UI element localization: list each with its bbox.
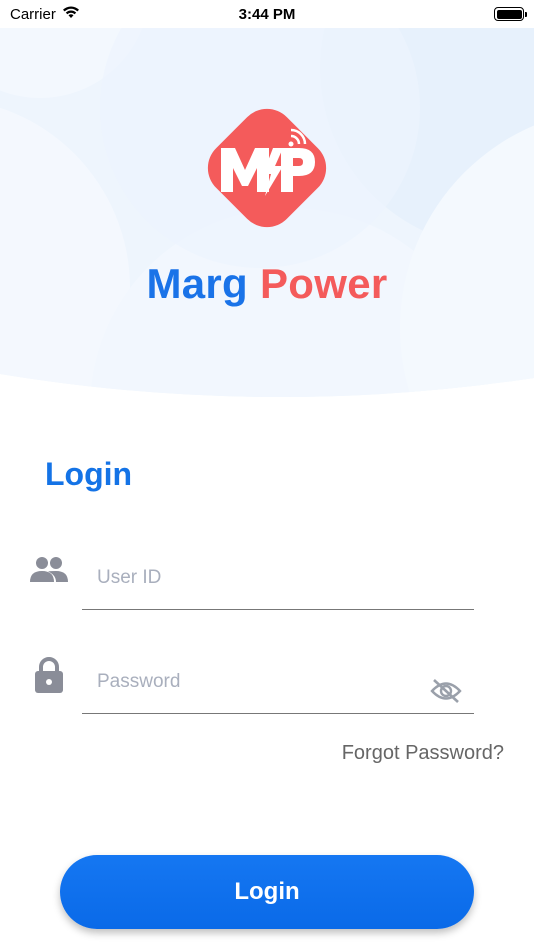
status-left: Carrier (10, 5, 80, 23)
user-id-field (82, 550, 474, 610)
brand-name-primary: Marg (146, 260, 248, 307)
status-time: 3:44 PM (238, 5, 296, 23)
battery-icon (494, 7, 527, 21)
brand-name-accent: Power (259, 260, 388, 307)
eye-off-icon[interactable] (430, 678, 462, 706)
user-id-input[interactable] (97, 550, 427, 606)
brand-name: Marg Power (0, 260, 534, 308)
hero-header: Marg Power (0, 28, 534, 400)
forgot-password-link[interactable]: Forgot Password? (342, 742, 504, 765)
brand-logo (199, 100, 335, 236)
wifi-icon (62, 5, 80, 23)
password-input[interactable] (97, 654, 427, 710)
users-icon (30, 556, 68, 589)
status-bar: Carrier 3:44 PM (0, 0, 534, 28)
password-field (82, 654, 474, 714)
carrier-label: Carrier (10, 5, 56, 23)
lock-icon (34, 656, 64, 699)
login-title: Login (45, 456, 133, 492)
login-button[interactable]: Login (60, 855, 474, 929)
